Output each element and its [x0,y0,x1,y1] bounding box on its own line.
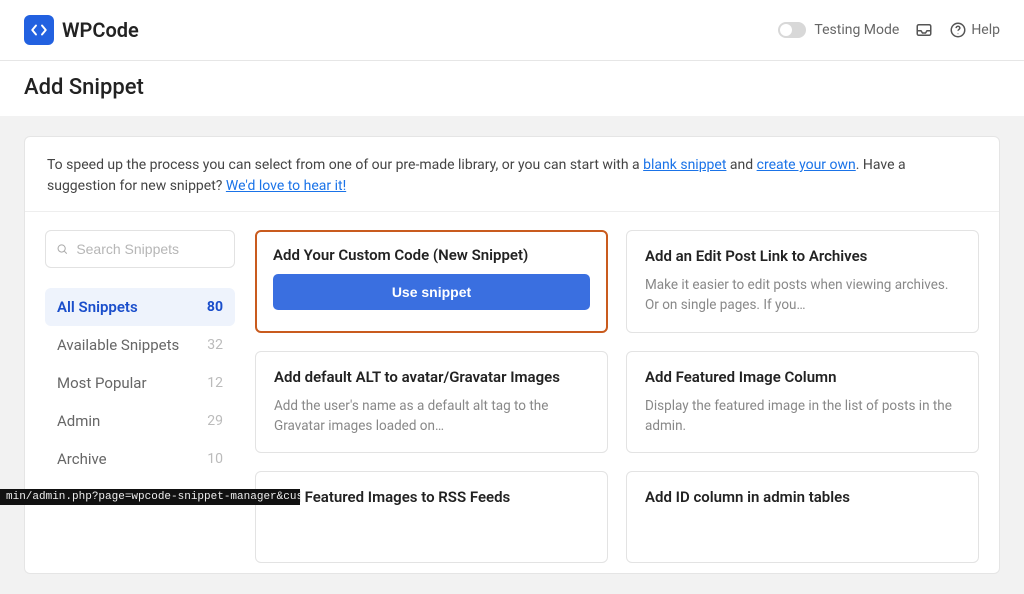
brand[interactable]: WPCode [24,15,139,45]
search-box[interactable] [45,230,235,268]
topbar-right: Testing Mode Help [778,21,1000,39]
sidebar-item-archive[interactable]: Archive 10 [45,440,235,478]
create-your-own-link[interactable]: create your own [757,157,856,173]
inbox-icon[interactable] [915,21,933,39]
sidebar-item-label: Archive [57,450,107,468]
card-desc: Add the user's name as a default alt tag… [274,396,589,437]
sidebar-item-count: 10 [207,451,223,467]
cards-grid: Add Your Custom Code (New Snippet) Use s… [245,230,989,563]
card-alt-avatar[interactable]: Add default ALT to avatar/Gravatar Image… [255,351,608,454]
main-wrap: To speed up the process you can select f… [0,116,1024,594]
content-row: All Snippets 80 Available Snippets 32 Mo… [25,212,999,573]
use-snippet-button[interactable]: Use snippet [273,274,590,310]
brand-name: WPCode [62,18,139,42]
topbar: WPCode Testing Mode Help [0,0,1024,60]
page-title: Add Snippet [24,75,1000,100]
card-title: Add ID column in admin tables [645,488,960,506]
card-desc: Display the featured image in the list o… [645,396,960,437]
page-title-row: Add Snippet [0,60,1024,116]
intro-text: To speed up the process you can select f… [25,137,999,212]
browser-statusbar: min/admin.php?page=wpcode-snippet-manage… [0,489,300,505]
card-edit-post-link[interactable]: Add an Edit Post Link to Archives Make i… [626,230,979,333]
sidebar-item-count: 29 [207,413,223,429]
toggle-switch-icon[interactable] [778,22,806,38]
sidebar-list: All Snippets 80 Available Snippets 32 Mo… [45,288,235,478]
card-title: Add Your Custom Code (New Snippet) [273,246,590,264]
sidebar-item-available-snippets[interactable]: Available Snippets 32 [45,326,235,364]
feedback-link[interactable]: We'd love to hear it! [226,178,346,194]
help-label: Help [971,22,1000,38]
card-title: Add default ALT to avatar/Gravatar Image… [274,368,589,386]
sidebar-item-label: Admin [57,412,100,430]
sidebar: All Snippets 80 Available Snippets 32 Mo… [35,230,245,563]
card-id-column[interactable]: Add ID column in admin tables [626,471,979,563]
main-panel: To speed up the process you can select f… [24,136,1000,574]
search-input[interactable] [76,241,224,257]
brand-logo-icon [24,15,54,45]
sidebar-item-label: Most Popular [57,374,147,392]
sidebar-item-count: 80 [207,299,223,315]
sidebar-item-all-snippets[interactable]: All Snippets 80 [45,288,235,326]
sidebar-item-most-popular[interactable]: Most Popular 12 [45,364,235,402]
card-featured-rss[interactable]: Add Featured Images to RSS Feeds [255,471,608,563]
card-custom-code[interactable]: Add Your Custom Code (New Snippet) Use s… [255,230,608,333]
sidebar-item-count: 12 [207,375,223,391]
card-title: Add an Edit Post Link to Archives [645,247,960,265]
search-icon [56,242,68,256]
card-desc: Make it easier to edit posts when viewin… [645,275,960,316]
testing-mode-toggle[interactable]: Testing Mode [778,22,899,38]
sidebar-item-count: 32 [207,337,223,353]
sidebar-item-admin[interactable]: Admin 29 [45,402,235,440]
card-featured-column[interactable]: Add Featured Image Column Display the fe… [626,351,979,454]
testing-mode-label: Testing Mode [814,22,899,38]
sidebar-item-label: Available Snippets [57,336,179,354]
help-button[interactable]: Help [949,21,1000,39]
help-icon [949,21,967,39]
card-title: Add Featured Image Column [645,368,960,386]
intro-mid: and [726,157,756,173]
intro-pre: To speed up the process you can select f… [47,157,643,173]
blank-snippet-link[interactable]: blank snippet [643,157,726,173]
sidebar-item-label: All Snippets [57,298,138,316]
card-title: Add Featured Images to RSS Feeds [274,488,589,506]
